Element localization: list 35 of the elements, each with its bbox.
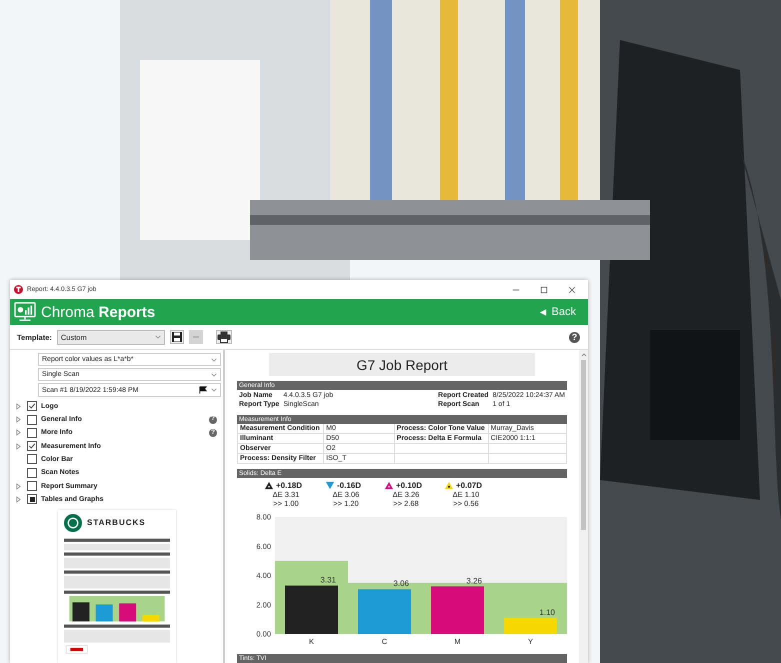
checkbox[interactable] (27, 401, 37, 412)
save-button[interactable] (170, 330, 184, 344)
scrollbar-thumb[interactable] (581, 360, 586, 530)
scrollbar[interactable] (579, 350, 588, 663)
checkbox[interactable] (27, 481, 37, 492)
chevron-down-icon (211, 388, 217, 392)
checkbox[interactable] (27, 494, 37, 504)
data-label: 1.10 (539, 608, 555, 617)
app-icon (14, 285, 23, 294)
back-arrow-icon (538, 308, 547, 316)
checkbox[interactable] (27, 454, 37, 464)
data-label: 3.31 (320, 576, 336, 585)
scroll-up-icon[interactable] (580, 353, 586, 357)
logo-text: STARBUCKS (87, 518, 146, 528)
chevron-down-icon (154, 335, 161, 339)
data-label: 3.26 (466, 576, 482, 586)
help-icon[interactable]: ? (569, 332, 580, 342)
checkbox[interactable] (27, 468, 37, 478)
print-button[interactable] (216, 330, 232, 344)
checkbox[interactable] (27, 428, 37, 438)
app-name: Chroma Reports (41, 304, 156, 320)
chevron-down-icon (211, 358, 217, 362)
chevron-down-icon (211, 372, 217, 377)
maximize-icon[interactable] (540, 286, 548, 294)
density-value: +0.18D (276, 481, 302, 490)
flag-icon[interactable] (199, 386, 207, 394)
close-icon[interactable] (568, 286, 576, 294)
logo-icon (64, 514, 82, 532)
checkbox[interactable] (27, 441, 37, 452)
density-value: +0.10D (396, 481, 422, 490)
checkbox[interactable] (27, 414, 37, 425)
monitor-chart-icon (14, 302, 36, 322)
density-value: +0.07D (456, 481, 482, 490)
report-title: G7 Job Report (269, 353, 535, 376)
density-value: -0.16D (336, 481, 361, 490)
